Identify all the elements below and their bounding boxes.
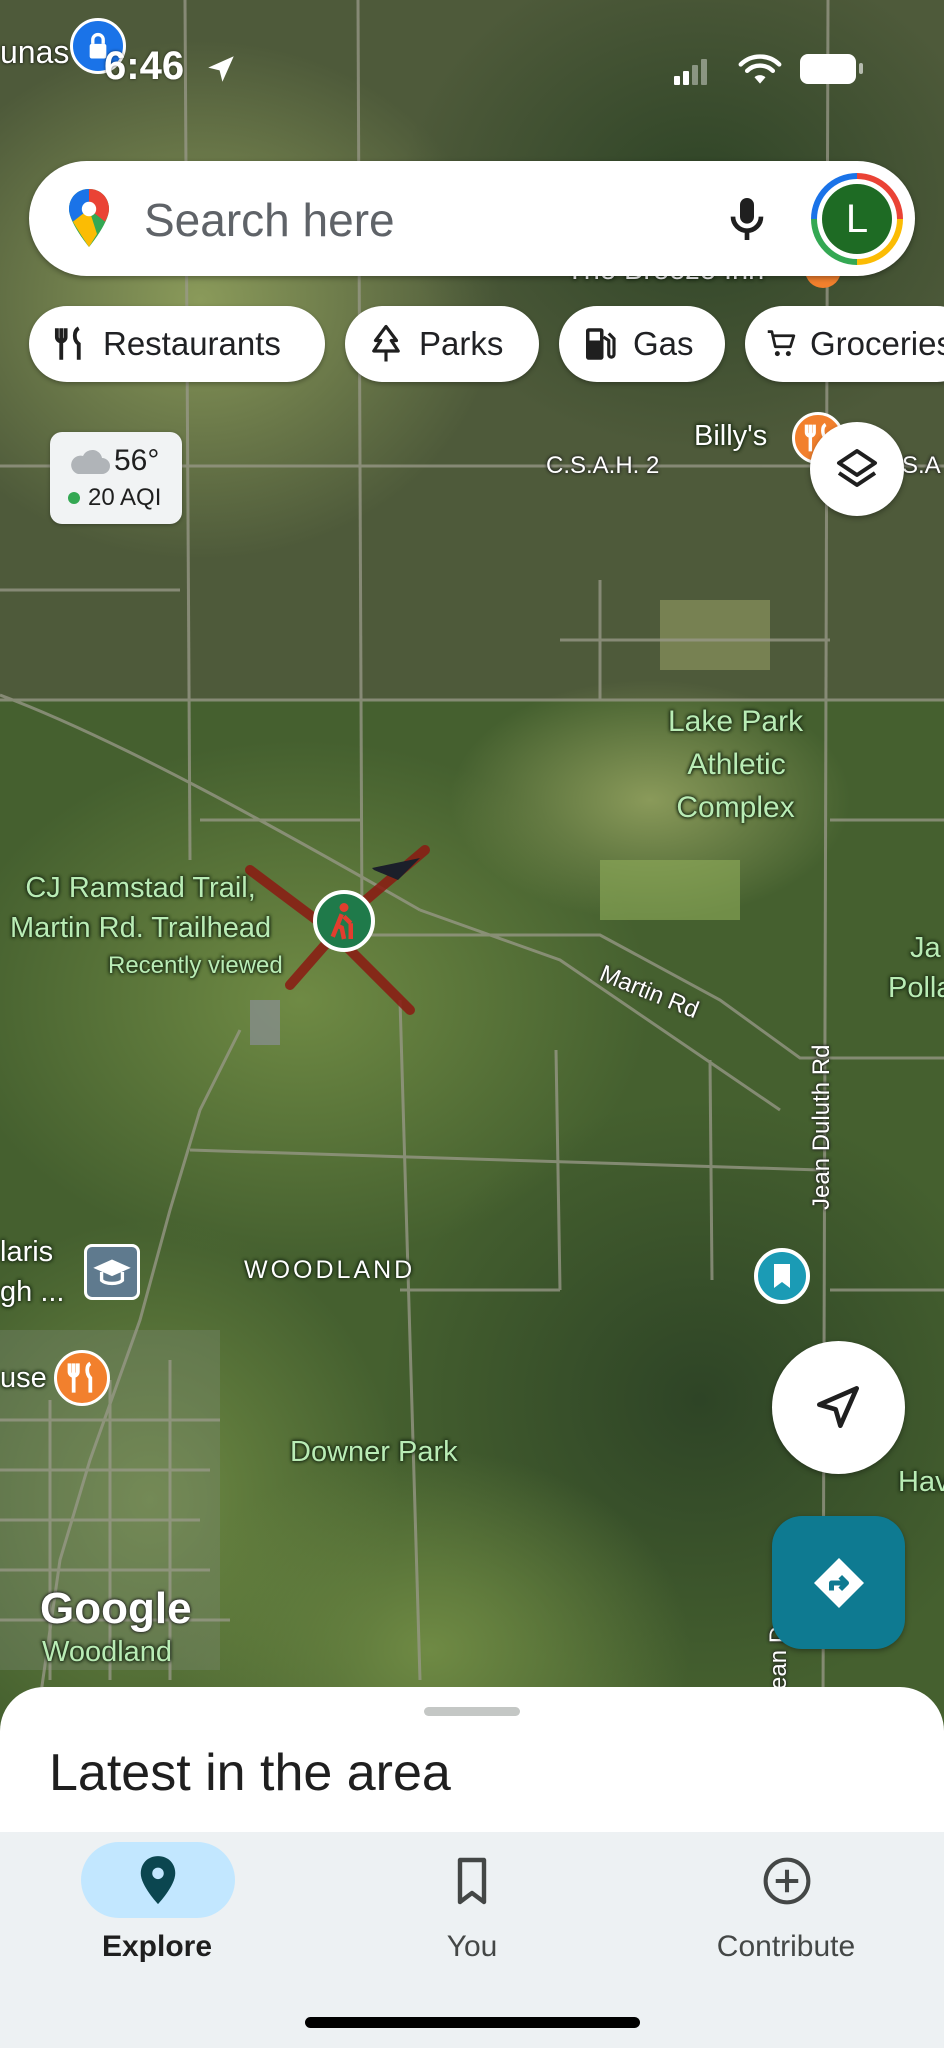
map-label-woodland-town[interactable]: Woodland [42,1636,172,1669]
laris-line-1: laris [0,1236,54,1268]
chip-label: Gas [633,325,694,362]
fork-knife-icon [67,1361,93,1393]
cellular-signal-icon [674,59,707,85]
nav-label: Contribute [716,1930,856,1963]
nav-contribute[interactable]: Contribute [686,1832,886,1982]
cart-icon [767,330,796,357]
chip-label: Groceries [809,325,944,362]
map-label-lake-park[interactable]: Lake Park Athletic Complex [668,700,803,829]
status-edge-label: unas [0,34,70,70]
google-maps-pin-icon [69,189,109,247]
avatar: L [822,184,892,254]
recently-viewed-label: Recently viewed [108,952,283,979]
google-logo: Google [40,1584,192,1633]
location-arrow-icon [208,56,234,82]
road-label-jean-duluth-rd: Jean Duluth Rd [808,1044,835,1210]
restaurant-pin-use[interactable] [54,1350,110,1406]
laris-line-2: gh ... [0,1276,65,1308]
map-label-use[interactable]: use [0,1362,47,1395]
chip-label: Restaurants [103,325,281,362]
nav-label: Explore [101,1930,213,1963]
microphone-icon[interactable] [719,191,775,247]
hiker-icon [330,903,353,940]
home-indicator[interactable] [305,2017,640,2028]
plus-circle-icon [763,1857,811,1905]
location-pin-icon [140,1856,176,1904]
road-label-csah-2: C.S.A.H. 2 [546,452,660,479]
lake-park-line-2: Athletic [687,748,786,781]
battery-icon [800,54,856,84]
chip-gas[interactable]: Gas [559,306,725,382]
tree-icon [372,324,400,362]
school-pin[interactable] [84,1244,140,1300]
lake-park-line-3: Complex [676,791,795,824]
wifi-icon [738,54,782,84]
weather-temp: 56° [114,444,160,477]
layers-button[interactable] [810,422,904,516]
status-bar: unas 6:46 [0,0,944,130]
map-label-downer-park[interactable]: Downer Park [290,1436,458,1469]
trailhead-line-1: CJ Ramstad Trail, [25,872,256,904]
area-label-woodland: WOODLAND [244,1256,416,1284]
saved-place-pin[interactable] [754,1248,810,1304]
bookmark-icon [457,1857,487,1905]
map-label-billys[interactable]: Billy's [694,420,767,453]
aqi-dot [68,492,80,504]
cloud-icon [71,449,110,474]
trailhead-pin[interactable] [313,890,375,952]
trailhead-line-2: Martin Rd. Trailhead [10,912,272,944]
graduation-cap-icon [93,1259,131,1286]
directions-icon [814,1558,864,1608]
bottom-nav: Explore You Contribute [0,1832,944,2048]
chip-groceries[interactable]: Groceries [745,306,944,382]
weather-widget[interactable]: 56° 20 AQI [50,432,182,524]
account-avatar-button[interactable]: L [811,173,903,265]
lake-park-line-1: Lake Park [668,705,804,738]
battery-tip [859,63,863,74]
map-label-trailhead[interactable]: CJ Ramstad Trail, Martin Rd. Trailhead [10,868,271,948]
map-label-ja-polla[interactable]: Ja Polla [888,928,944,1008]
chip-parks[interactable]: Parks [345,306,539,382]
directions-button[interactable] [772,1516,905,1649]
fork-knife-icon [54,326,81,360]
nav-you[interactable]: You [372,1832,572,1982]
ja-polla-line-2: Polla [888,972,944,1004]
aqi-value: 20 AQI [88,484,162,511]
gas-pump-icon [586,328,616,360]
navigation-arrow-icon [817,1386,859,1428]
map-label-laris[interactable]: laris gh ... [0,1232,65,1312]
layers-icon [837,449,877,487]
road-label-csah-2-right: S.A [902,452,941,479]
nav-explore[interactable]: Explore [57,1832,257,1982]
status-time: 6:46 [104,44,185,88]
search-bar[interactable]: Search here L [29,161,915,276]
ja-polla-line-1: Ja [910,932,941,964]
nav-label: You [446,1930,498,1963]
chip-label: Parks [419,325,504,362]
my-location-button[interactable] [772,1341,905,1474]
bookmark-icon [774,1264,790,1288]
map-label-hav[interactable]: Hav [898,1466,944,1499]
sheet-drag-handle[interactable] [424,1707,520,1716]
chip-restaurants[interactable]: Restaurants [29,306,325,382]
search-input[interactable]: Search here [144,193,395,247]
sheet-title: Latest in the area [49,1744,451,1802]
